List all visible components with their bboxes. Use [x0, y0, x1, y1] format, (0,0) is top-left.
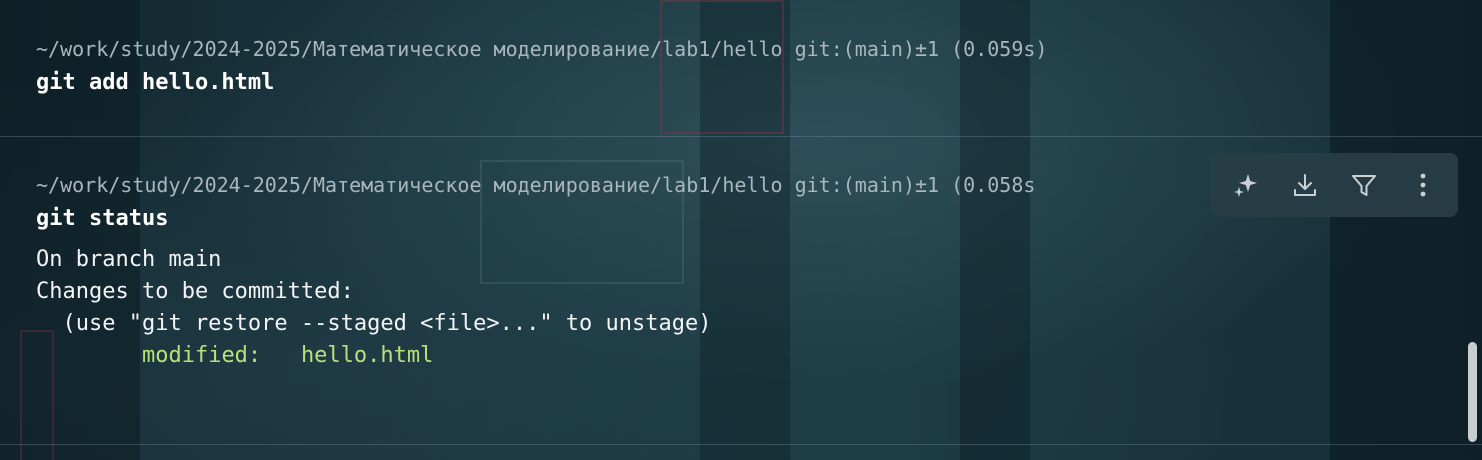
prompt-line: ~/work/study/2024-2025/Математическое мо…	[36, 173, 1036, 197]
prompt-line: ~/work/study/2024-2025/Математическое мо…	[36, 37, 1048, 61]
output-line: On branch main	[36, 247, 222, 272]
output-line: Changes to be committed:	[36, 279, 354, 304]
command-output: On branch main Changes to be committed: (…	[36, 244, 1202, 372]
ai-sparkle-icon	[1231, 170, 1261, 200]
command-block-git-status[interactable]: ~/work/study/2024-2025/Математическое мо…	[36, 172, 1202, 372]
block-toolbar	[1210, 153, 1458, 217]
modified-file: hello.html	[300, 343, 434, 368]
command-text: git add hello.html	[36, 70, 275, 95]
ai-sparkle-button[interactable]	[1224, 163, 1268, 207]
vertical-scrollbar[interactable]	[1468, 342, 1477, 442]
download-button[interactable]	[1283, 163, 1327, 207]
filter-button[interactable]	[1342, 163, 1386, 207]
more-vertical-icon	[1419, 171, 1427, 199]
command-block-git-add[interactable]: ~/work/study/2024-2025/Математическое мо…	[36, 36, 1442, 98]
command-text: git status	[36, 206, 169, 231]
block-divider	[0, 136, 1482, 137]
output-line-modified: modified: hello.html	[36, 340, 1202, 372]
download-icon	[1291, 171, 1319, 199]
modified-label: modified:	[141, 343, 262, 368]
more-options-button[interactable]	[1401, 163, 1445, 207]
filter-icon	[1349, 170, 1379, 200]
block-divider	[0, 444, 1482, 445]
output-line: (use "git restore --staged <file>..." to…	[36, 311, 712, 336]
